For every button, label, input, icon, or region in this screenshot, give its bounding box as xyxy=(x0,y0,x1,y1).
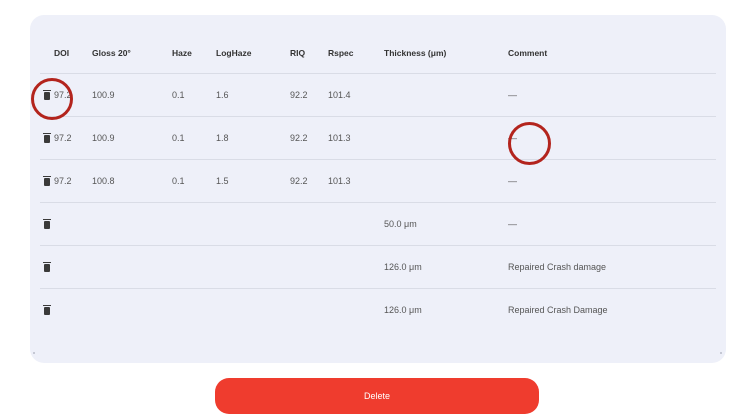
cell-riq: 92.2 xyxy=(290,116,328,160)
table-row: 97.2 100.9 0.1 1.6 92.2 101.4 — xyxy=(40,73,716,117)
header-doi: DOI xyxy=(54,33,92,74)
measurements-panel: DOI Gloss 20° Haze LogHaze RIQ Rspec Thi… xyxy=(30,15,726,363)
cell-riq xyxy=(290,245,328,289)
cell-gloss: 100.8 xyxy=(92,159,172,203)
cell-comment[interactable]: Repaired Crash Damage xyxy=(508,289,716,332)
cell-haze xyxy=(172,289,216,332)
header-actions xyxy=(40,33,54,74)
cell-doi: 97.2 xyxy=(54,116,92,160)
cell-riq xyxy=(290,202,328,246)
header-haze: Haze xyxy=(172,33,216,74)
cell-gloss: 100.9 xyxy=(92,73,172,117)
cell-doi xyxy=(54,245,92,289)
cell-haze: 0.1 xyxy=(172,73,216,117)
cell-comment[interactable]: — xyxy=(508,73,716,117)
cell-rspec: 101.3 xyxy=(328,116,384,160)
cell-rspec: 101.4 xyxy=(328,73,384,117)
header-riq: RIQ xyxy=(290,33,328,74)
cell-rspec xyxy=(328,245,384,289)
cell-rspec xyxy=(328,289,384,332)
cell-comment[interactable]: — xyxy=(508,202,716,246)
header-gloss: Gloss 20° xyxy=(92,33,172,74)
trash-icon[interactable] xyxy=(43,218,51,229)
header-rspec: Rspec xyxy=(328,33,384,74)
cell-haze: 0.1 xyxy=(172,116,216,160)
cell-thickness: 126.0 μm xyxy=(384,245,508,289)
cell-haze xyxy=(172,202,216,246)
cell-gloss xyxy=(92,289,172,332)
scroll-left-indicator[interactable] xyxy=(33,352,35,354)
cell-loghaze: 1.6 xyxy=(216,73,290,117)
row-delete-cell[interactable] xyxy=(40,116,54,160)
cell-loghaze xyxy=(216,245,290,289)
table-row: 126.0 μm Repaired Crash damage xyxy=(40,245,716,289)
cell-haze: 0.1 xyxy=(172,159,216,203)
delete-button[interactable]: Delete xyxy=(215,378,539,414)
cell-haze xyxy=(172,245,216,289)
trash-icon[interactable] xyxy=(43,261,51,272)
cell-doi xyxy=(54,289,92,332)
cell-doi: 97.2 xyxy=(54,159,92,203)
cell-thickness xyxy=(384,73,508,117)
cell-doi xyxy=(54,202,92,246)
row-delete-cell[interactable] xyxy=(40,289,54,332)
row-delete-cell[interactable] xyxy=(40,159,54,203)
table-row: 50.0 μm — xyxy=(40,202,716,246)
table-row: 126.0 μm Repaired Crash Damage xyxy=(40,289,716,332)
cell-riq: 92.2 xyxy=(290,159,328,203)
cell-rspec: 101.3 xyxy=(328,159,384,203)
cell-comment[interactable]: Repaired Crash damage xyxy=(508,245,716,289)
cell-loghaze xyxy=(216,289,290,332)
table-row: 97.2 100.8 0.1 1.5 92.2 101.3 — xyxy=(40,159,716,203)
cell-riq xyxy=(290,289,328,332)
cell-thickness: 50.0 μm xyxy=(384,202,508,246)
cell-loghaze: 1.5 xyxy=(216,159,290,203)
row-delete-cell[interactable] xyxy=(40,245,54,289)
measurements-table: DOI Gloss 20° Haze LogHaze RIQ Rspec Thi… xyxy=(40,33,716,331)
cell-gloss: 100.9 xyxy=(92,116,172,160)
table-row: 97.2 100.9 0.1 1.8 92.2 101.3 — xyxy=(40,116,716,160)
cell-thickness xyxy=(384,116,508,160)
cell-comment[interactable]: — xyxy=(508,159,716,203)
trash-icon[interactable] xyxy=(43,132,51,143)
trash-icon[interactable] xyxy=(43,304,51,315)
cell-rspec xyxy=(328,202,384,246)
scroll-right-indicator[interactable] xyxy=(720,352,722,354)
header-thickness: Thickness (μm) xyxy=(384,33,508,74)
cell-riq: 92.2 xyxy=(290,73,328,117)
table-header-row: DOI Gloss 20° Haze LogHaze RIQ Rspec Thi… xyxy=(40,33,716,74)
cell-thickness: 126.0 μm xyxy=(384,305,422,315)
row-delete-cell[interactable] xyxy=(40,202,54,246)
cell-loghaze: 1.8 xyxy=(216,116,290,160)
header-comment: Comment xyxy=(508,33,716,74)
highlight-ring-trash xyxy=(31,78,73,120)
highlight-ring-comment xyxy=(508,122,551,165)
cell-gloss xyxy=(92,202,172,246)
header-loghaze: LogHaze xyxy=(216,33,290,74)
cell-thickness xyxy=(384,159,508,203)
trash-icon[interactable] xyxy=(43,175,51,186)
cell-loghaze xyxy=(216,202,290,246)
cell-gloss xyxy=(92,245,172,289)
